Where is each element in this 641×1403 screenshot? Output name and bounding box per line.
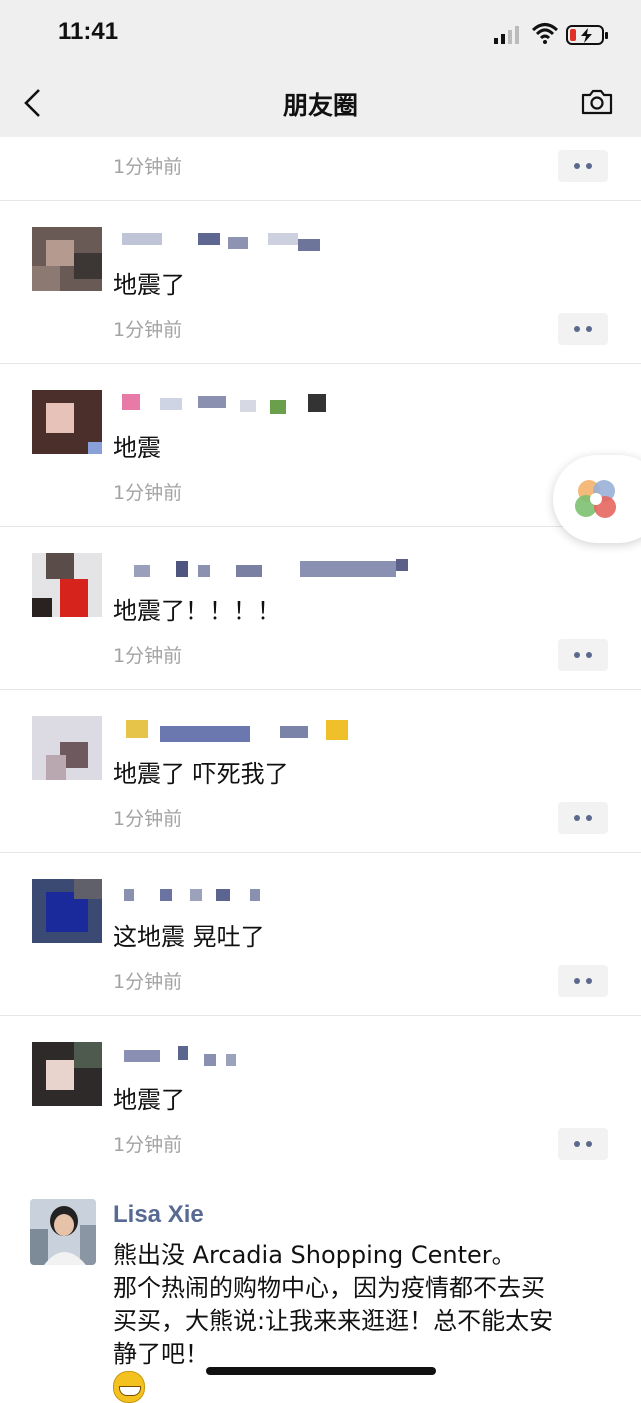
more-button[interactable] — [558, 150, 608, 182]
dot-icon — [574, 815, 580, 821]
feed-item: Lisa Xie 熊出没 Arcadia Shopping Center。 那个… — [0, 1177, 641, 1403]
blurred-name — [120, 392, 420, 418]
post-text: 地震了 — [113, 1086, 185, 1114]
blurred-name — [120, 1044, 420, 1070]
avatar[interactable] — [32, 879, 102, 943]
post-time: 1分钟前 — [113, 1134, 183, 1156]
blurred-name — [120, 881, 420, 907]
feed-item: 地震了 吓死我了 1分钟前 — [0, 690, 641, 853]
blurred-name — [120, 555, 420, 581]
feed-item: 地震了！！！！ 1分钟前 — [0, 527, 641, 690]
post-line: 静了吧！ — [113, 1340, 209, 1368]
home-indicator[interactable] — [206, 1367, 436, 1375]
post-time: 1分钟前 — [113, 971, 183, 993]
battery-charging-icon — [566, 25, 608, 45]
feed-item: 地震了 1分钟前 — [0, 201, 641, 364]
post-line: 熊出没 Arcadia Shopping Center。 — [113, 1241, 516, 1269]
moments-feed: 1分钟前 地震了 1分钟前 地震 1分钟前 地震了！！！！ 1分钟前 地震了 吓… — [0, 137, 641, 1179]
more-button[interactable] — [558, 313, 608, 345]
more-button[interactable] — [558, 965, 608, 997]
post-line: 买买，大熊说:让我来来逛逛！总不能太安 — [113, 1307, 554, 1335]
page-title: 朋友圈 — [282, 91, 358, 120]
post-time: 1分钟前 — [113, 808, 183, 830]
more-button[interactable] — [558, 1128, 608, 1160]
avatar[interactable] — [32, 1042, 102, 1106]
floating-window-button[interactable] — [553, 455, 641, 543]
avatar[interactable] — [32, 553, 102, 617]
poster-name[interactable]: Lisa Xie — [113, 1201, 204, 1229]
more-button[interactable] — [558, 802, 608, 834]
more-button[interactable] — [558, 639, 608, 671]
post-text: 地震了 吓死我了 — [113, 760, 289, 788]
avatar[interactable] — [32, 716, 102, 780]
post-text: 这地震 晃吐了 — [113, 923, 265, 951]
top-bar: 11:41 朋友圈 — [0, 0, 641, 137]
dot-icon — [586, 652, 592, 658]
dot-icon — [586, 326, 592, 332]
status-time: 11:41 — [58, 18, 119, 45]
dot-icon — [574, 978, 580, 984]
dot-icon — [586, 815, 592, 821]
avatar[interactable] — [30, 1199, 96, 1265]
avatar[interactable] — [32, 227, 102, 291]
post-time: 1分钟前 — [113, 645, 183, 667]
post-line: 那个热闹的购物中心，因为疫情都不去买 — [113, 1274, 545, 1302]
grin-emoji-icon — [113, 1371, 145, 1403]
dot-icon — [574, 652, 580, 658]
avatar[interactable] — [32, 390, 102, 454]
wifi-icon — [532, 23, 558, 44]
post-text: 熊出没 Arcadia Shopping Center。 那个热闹的购物中心，因… — [113, 1239, 613, 1403]
dot-icon — [586, 978, 592, 984]
post-text: 地震了！！！！ — [113, 597, 281, 625]
feed-item: 这地震 晃吐了 1分钟前 — [0, 853, 641, 1016]
blurred-name — [120, 229, 420, 255]
avatar-photo — [30, 1199, 96, 1265]
dot-icon — [586, 163, 592, 169]
cellular-signal-icon — [494, 26, 519, 44]
mini-program-float-icon — [575, 480, 616, 518]
feed-item: 1分钟前 — [0, 137, 641, 201]
dot-icon — [574, 326, 580, 332]
post-time: 1分钟前 — [113, 156, 183, 178]
blurred-name — [120, 718, 420, 744]
post-time: 1分钟前 — [113, 482, 183, 504]
dot-icon — [574, 163, 580, 169]
camera-icon[interactable] — [580, 88, 614, 116]
post-text: 地震了 — [113, 271, 185, 299]
feed-item: 地震了 1分钟前 — [0, 1016, 641, 1179]
dot-icon — [574, 1141, 580, 1147]
dot-icon — [586, 1141, 592, 1147]
post-time: 1分钟前 — [113, 319, 183, 341]
feed-item: 地震 1分钟前 — [0, 364, 641, 527]
post-text: 地震 — [113, 434, 161, 462]
